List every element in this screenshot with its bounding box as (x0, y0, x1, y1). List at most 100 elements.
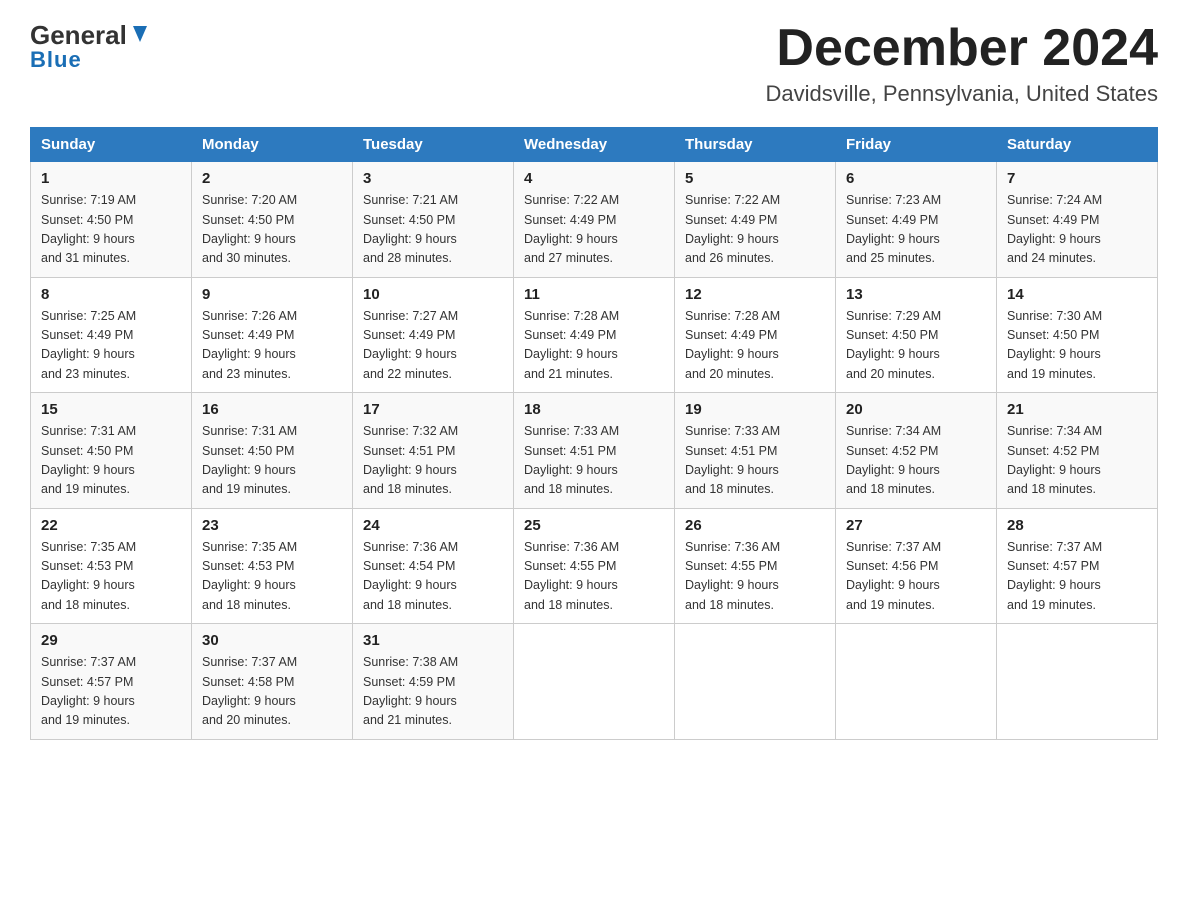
calendar-cell: 6Sunrise: 7:23 AMSunset: 4:49 PMDaylight… (836, 162, 997, 278)
day-number: 23 (202, 517, 342, 534)
day-number: 31 (363, 632, 503, 649)
calendar-cell: 17 Sunrise: 7:32 AMSunset: 4:51 PMDayligh… (353, 393, 514, 509)
day-number: 14 (1007, 286, 1147, 303)
calendar-cell: 18Sunrise: 7:33 AMSunset: 4:51 PMDayligh… (514, 393, 675, 509)
day-number: 17 (363, 401, 503, 418)
calendar-cell: 9 Sunrise: 7:26 AMSunset: 4:49 PMDaylight… (192, 277, 353, 393)
day-number: 29 (41, 632, 181, 649)
day-number: 30 (202, 632, 342, 649)
day-info: Sunrise: 7:22 AMSunset: 4:49 PMDaylight:… (524, 191, 664, 269)
day-number: 7 (1007, 170, 1147, 187)
calendar-cell: 15 Sunrise: 7:31 AMSunset: 4:50 PMDayligh… (31, 393, 192, 509)
day-info: Sunrise: 7:22 AMSunset: 4:49 PMDaylight:… (685, 191, 825, 269)
calendar-cell: 26Sunrise: 7:36 AMSunset: 4:55 PMDayligh… (675, 508, 836, 624)
day-info: Sunrise: 7:34 AMSunset: 4:52 PMDaylight:… (846, 422, 986, 500)
day-number: 28 (1007, 517, 1147, 534)
calendar-cell: 31 Sunrise: 7:38 AMSunset: 4:59 PMDayligh… (353, 624, 514, 740)
calendar-week-row-5: 29Sunrise: 7:37 AMSunset: 4:57 PMDayligh… (31, 624, 1158, 740)
calendar-cell: 20 Sunrise: 7:34 AMSunset: 4:52 PMDayligh… (836, 393, 997, 509)
weekday-header-monday: Monday (192, 128, 353, 162)
title-block: December 2024 Davidsville, Pennsylvania,… (765, 20, 1158, 107)
day-number: 25 (524, 517, 664, 534)
location-title: Davidsville, Pennsylvania, United States (765, 81, 1158, 107)
day-info: Sunrise: 7:32 AMSunset: 4:51 PMDaylight:… (363, 422, 503, 500)
day-number: 4 (524, 170, 664, 187)
day-number: 22 (41, 517, 181, 534)
calendar-cell: 14 Sunrise: 7:30 AMSunset: 4:50 PMDayligh… (997, 277, 1158, 393)
calendar-cell: 3Sunrise: 7:21 AMSunset: 4:50 PMDaylight… (353, 162, 514, 278)
day-info: Sunrise: 7:37 AMSunset: 4:56 PMDaylight:… (846, 538, 986, 616)
calendar-cell: 23 Sunrise: 7:35 AMSunset: 4:53 PMDayligh… (192, 508, 353, 624)
day-info: Sunrise: 7:38 AMSunset: 4:59 PMDaylight:… (363, 653, 503, 731)
logo: General Blue (30, 20, 151, 73)
day-number: 11 (524, 286, 664, 303)
calendar-cell: 21Sunrise: 7:34 AMSunset: 4:52 PMDayligh… (997, 393, 1158, 509)
calendar-cell: 7 Sunrise: 7:24 AMSunset: 4:49 PMDaylight… (997, 162, 1158, 278)
logo-icon (129, 22, 151, 44)
day-info: Sunrise: 7:35 AMSunset: 4:53 PMDaylight:… (41, 538, 181, 616)
day-info: Sunrise: 7:37 AMSunset: 4:58 PMDaylight:… (202, 653, 342, 731)
day-number: 13 (846, 286, 986, 303)
day-info: Sunrise: 7:23 AMSunset: 4:49 PMDaylight:… (846, 191, 986, 269)
calendar-week-row-3: 15 Sunrise: 7:31 AMSunset: 4:50 PMDayligh… (31, 393, 1158, 509)
day-number: 9 (202, 286, 342, 303)
calendar-cell (836, 624, 997, 740)
day-info: Sunrise: 7:26 AMSunset: 4:49 PMDaylight:… (202, 307, 342, 385)
day-number: 10 (363, 286, 503, 303)
calendar-cell: 12 Sunrise: 7:28 AMSunset: 4:49 PMDayligh… (675, 277, 836, 393)
calendar-cell (675, 624, 836, 740)
day-number: 20 (846, 401, 986, 418)
day-number: 1 (41, 170, 181, 187)
day-number: 2 (202, 170, 342, 187)
day-info: Sunrise: 7:34 AMSunset: 4:52 PMDaylight:… (1007, 422, 1147, 500)
day-number: 12 (685, 286, 825, 303)
day-info: Sunrise: 7:36 AMSunset: 4:55 PMDaylight:… (524, 538, 664, 616)
day-number: 16 (202, 401, 342, 418)
calendar-cell: 10 Sunrise: 7:27 AMSunset: 4:49 PMDayligh… (353, 277, 514, 393)
day-info: Sunrise: 7:31 AMSunset: 4:50 PMDaylight:… (41, 422, 181, 500)
day-info: Sunrise: 7:28 AMSunset: 4:49 PMDaylight:… (685, 307, 825, 385)
day-number: 27 (846, 517, 986, 534)
day-info: Sunrise: 7:36 AMSunset: 4:54 PMDaylight:… (363, 538, 503, 616)
calendar-cell: 5 Sunrise: 7:22 AMSunset: 4:49 PMDaylight… (675, 162, 836, 278)
weekday-header-saturday: Saturday (997, 128, 1158, 162)
day-info: Sunrise: 7:30 AMSunset: 4:50 PMDaylight:… (1007, 307, 1147, 385)
calendar-cell: 4 Sunrise: 7:22 AMSunset: 4:49 PMDaylight… (514, 162, 675, 278)
day-info: Sunrise: 7:24 AMSunset: 4:49 PMDaylight:… (1007, 191, 1147, 269)
calendar-cell: 8 Sunrise: 7:25 AMSunset: 4:49 PMDaylight… (31, 277, 192, 393)
calendar-cell: 25 Sunrise: 7:36 AMSunset: 4:55 PMDayligh… (514, 508, 675, 624)
calendar-week-row-1: 1Sunrise: 7:19 AMSunset: 4:50 PMDaylight… (31, 162, 1158, 278)
day-number: 5 (685, 170, 825, 187)
weekday-header-row: SundayMondayTuesdayWednesdayThursdayFrid… (31, 128, 1158, 162)
calendar-cell: 16Sunrise: 7:31 AMSunset: 4:50 PMDayligh… (192, 393, 353, 509)
calendar-cell: 19Sunrise: 7:33 AMSunset: 4:51 PMDayligh… (675, 393, 836, 509)
day-number: 8 (41, 286, 181, 303)
calendar-cell (514, 624, 675, 740)
calendar-body: 1Sunrise: 7:19 AMSunset: 4:50 PMDaylight… (31, 162, 1158, 740)
day-info: Sunrise: 7:21 AMSunset: 4:50 PMDaylight:… (363, 191, 503, 269)
day-info: Sunrise: 7:27 AMSunset: 4:49 PMDaylight:… (363, 307, 503, 385)
day-info: Sunrise: 7:20 AMSunset: 4:50 PMDaylight:… (202, 191, 342, 269)
weekday-header-sunday: Sunday (31, 128, 192, 162)
calendar-cell: 24 Sunrise: 7:36 AMSunset: 4:54 PMDayligh… (353, 508, 514, 624)
calendar-cell: 28 Sunrise: 7:37 AMSunset: 4:57 PMDayligh… (997, 508, 1158, 624)
calendar-cell: 2 Sunrise: 7:20 AMSunset: 4:50 PMDaylight… (192, 162, 353, 278)
calendar-table: SundayMondayTuesdayWednesdayThursdayFrid… (30, 127, 1158, 740)
weekday-header-tuesday: Tuesday (353, 128, 514, 162)
day-number: 19 (685, 401, 825, 418)
day-number: 26 (685, 517, 825, 534)
calendar-cell: 13 Sunrise: 7:29 AMSunset: 4:50 PMDayligh… (836, 277, 997, 393)
day-info: Sunrise: 7:35 AMSunset: 4:53 PMDaylight:… (202, 538, 342, 616)
day-info: Sunrise: 7:28 AMSunset: 4:49 PMDaylight:… (524, 307, 664, 385)
calendar-cell: 11 Sunrise: 7:28 AMSunset: 4:49 PMDayligh… (514, 277, 675, 393)
weekday-header-friday: Friday (836, 128, 997, 162)
calendar-cell: 27 Sunrise: 7:37 AMSunset: 4:56 PMDayligh… (836, 508, 997, 624)
day-info: Sunrise: 7:33 AMSunset: 4:51 PMDaylight:… (524, 422, 664, 500)
weekday-header-wednesday: Wednesday (514, 128, 675, 162)
day-number: 15 (41, 401, 181, 418)
day-info: Sunrise: 7:29 AMSunset: 4:50 PMDaylight:… (846, 307, 986, 385)
day-number: 24 (363, 517, 503, 534)
day-info: Sunrise: 7:37 AMSunset: 4:57 PMDaylight:… (1007, 538, 1147, 616)
day-info: Sunrise: 7:25 AMSunset: 4:49 PMDaylight:… (41, 307, 181, 385)
page-header: General Blue December 2024 Davidsville, … (30, 20, 1158, 107)
